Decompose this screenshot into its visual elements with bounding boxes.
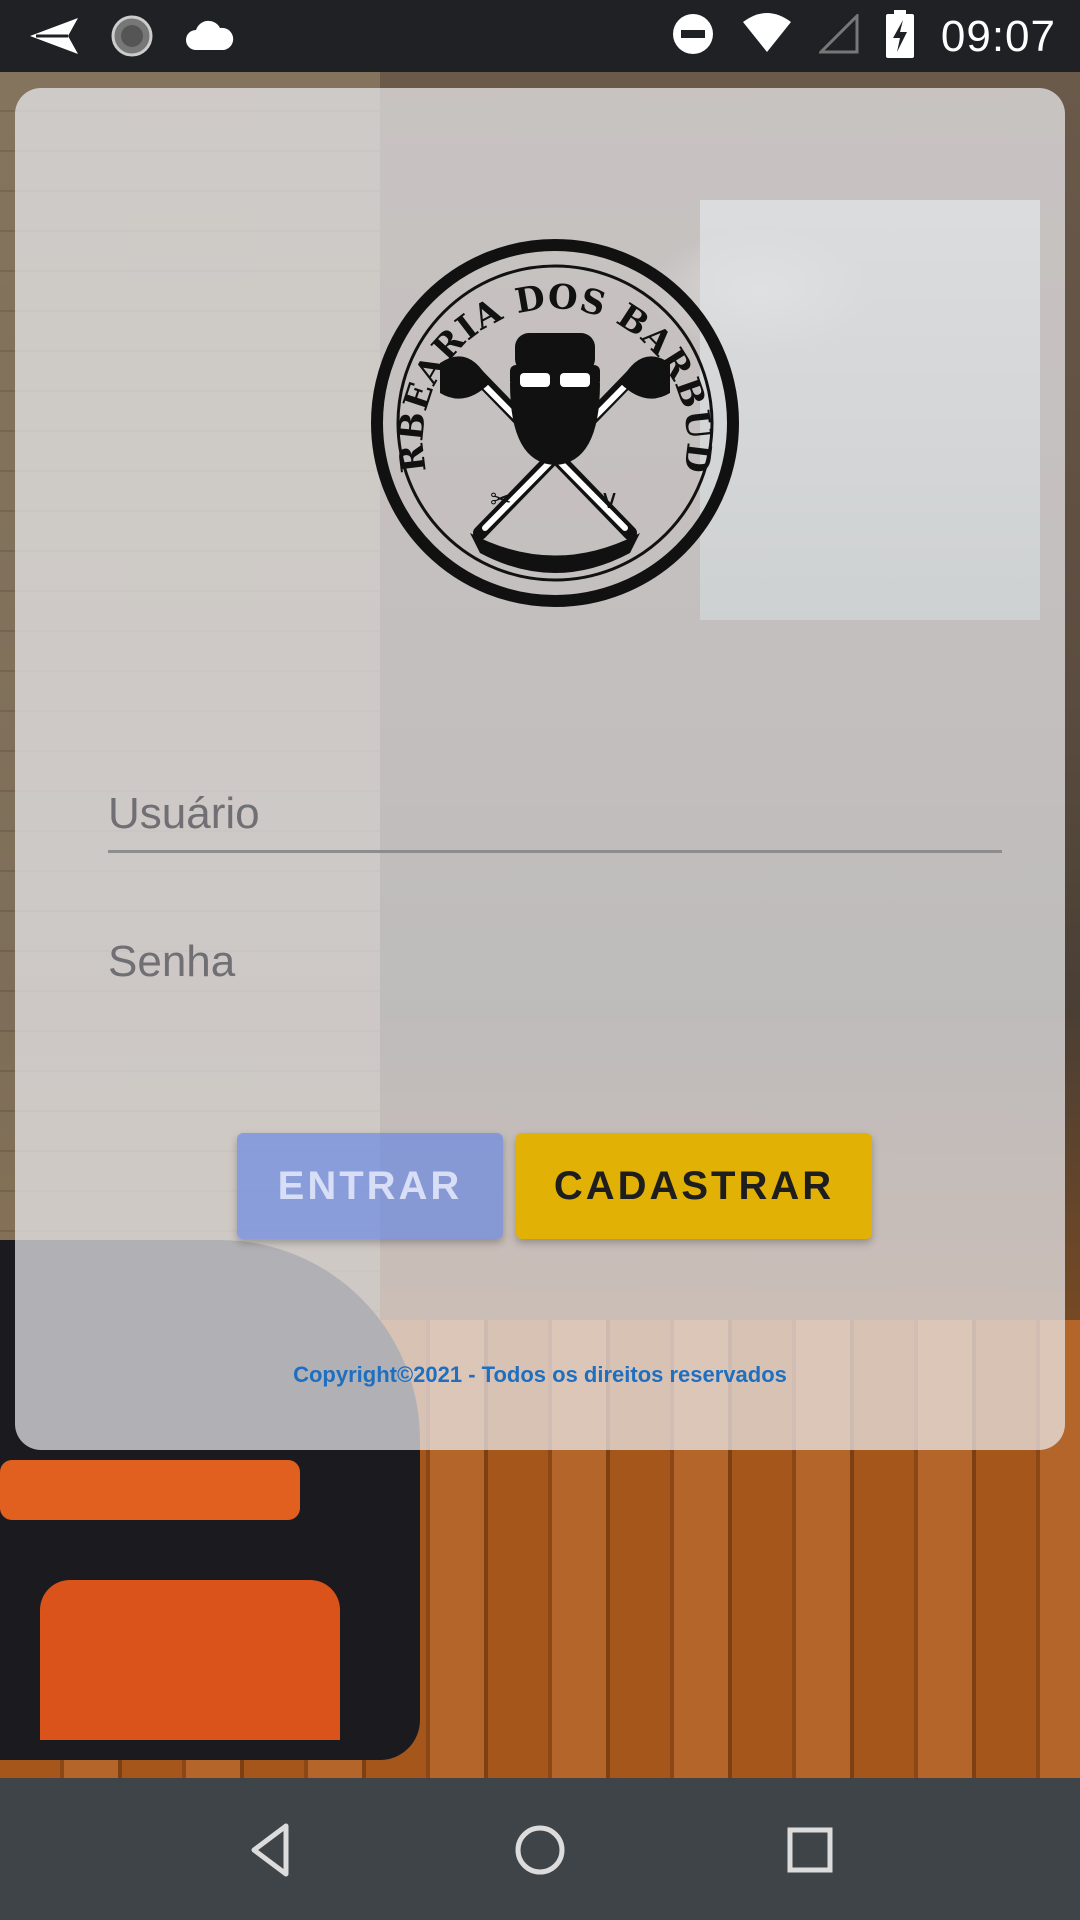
copyright-text: Copyright©2021 - Todos os direitos reser…: [293, 1362, 787, 1387]
svg-text:∨: ∨: [600, 485, 619, 515]
battery-charging-icon: [885, 10, 915, 63]
username-field: [108, 778, 1002, 853]
signal-icon: [817, 12, 859, 59]
background-chair-base: [40, 1580, 340, 1740]
status-bar: 09:07: [0, 0, 1080, 72]
wifi-icon: [741, 12, 793, 61]
navigation-bar: [0, 1778, 1080, 1920]
username-input[interactable]: [108, 778, 1002, 850]
password-field: [108, 926, 1002, 998]
enter-button[interactable]: ENTRAR: [237, 1133, 503, 1239]
recents-icon[interactable]: [778, 1818, 842, 1882]
register-button[interactable]: CADASTRAR: [516, 1133, 872, 1239]
login-card: BARBEARIA DOS BARBUDOS ✂ ∨: [15, 88, 1065, 1450]
back-icon[interactable]: [240, 1818, 304, 1882]
do-not-disturb-icon: [671, 12, 715, 61]
home-icon[interactable]: [508, 1818, 572, 1882]
screen: 09:07 BARBEARIA DOS BARBUDOS: [0, 0, 1080, 1920]
barbershop-logo: BARBEARIA DOS BARBUDOS ✂ ∨: [370, 233, 739, 607]
clock: 09:07: [940, 11, 1056, 61]
cloud-icon: [184, 18, 234, 59]
svg-text:✂: ✂: [490, 485, 512, 515]
send-icon: [28, 14, 80, 63]
background-chair-arm: [0, 1460, 300, 1520]
password-input[interactable]: [108, 926, 1002, 998]
loading-icon: [110, 14, 154, 63]
